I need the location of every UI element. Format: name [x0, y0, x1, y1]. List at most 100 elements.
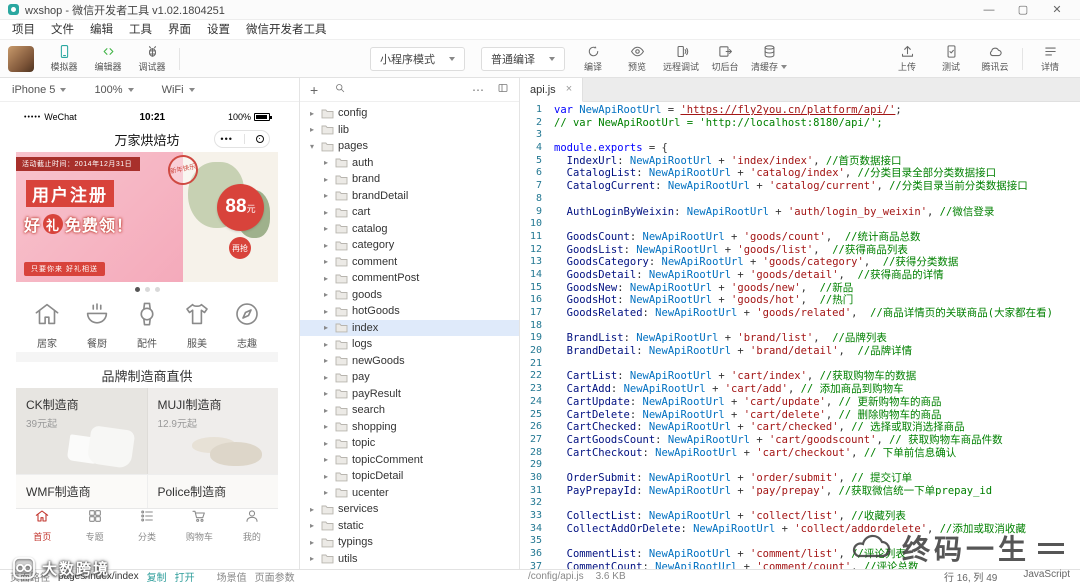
tree-item-index[interactable]: ▸index: [300, 320, 519, 337]
chevron-right-icon[interactable]: ▸: [310, 538, 321, 547]
tab-分类[interactable]: 分类: [121, 509, 173, 542]
close-icon[interactable]: ✕: [1040, 0, 1074, 20]
page-params-label[interactable]: 页面参数: [255, 569, 295, 584]
category-服美[interactable]: 服美: [172, 299, 222, 352]
chevron-right-icon[interactable]: ▸: [324, 208, 335, 217]
tree-item-topic[interactable]: ▸topic: [300, 435, 519, 452]
brand-card-CK制造商[interactable]: CK制造商39元起: [16, 388, 148, 474]
menu-item-2[interactable]: 编辑: [82, 20, 121, 40]
tree-item-shopping[interactable]: ▸shopping: [300, 419, 519, 436]
tree-item-services[interactable]: ▸services: [300, 501, 519, 518]
tree-item-hotGoods[interactable]: ▸hotGoods: [300, 303, 519, 320]
chevron-right-icon[interactable]: ▸: [324, 257, 335, 266]
chevron-right-icon[interactable]: ▸: [324, 406, 335, 415]
tree-item-app.js[interactable]: JSapp.js: [300, 567, 519, 569]
cursor-position[interactable]: 行 16, 列 49: [944, 569, 997, 584]
category-志趣[interactable]: 志趣: [222, 299, 272, 352]
carousel-dot[interactable]: [155, 287, 160, 292]
tab-我的[interactable]: 我的: [226, 509, 278, 542]
menu-item-5[interactable]: 设置: [199, 20, 238, 40]
close-tab-icon[interactable]: ×: [566, 84, 572, 95]
chevron-right-icon[interactable]: ▸: [324, 356, 335, 365]
chevron-right-icon[interactable]: ▸: [324, 439, 335, 448]
network-select[interactable]: WiFi: [162, 84, 195, 96]
tab-购物车[interactable]: 购物车: [173, 509, 225, 542]
tree-item-pay[interactable]: ▸pay: [300, 369, 519, 386]
chevron-right-icon[interactable]: ▸: [324, 290, 335, 299]
remote-debug-button[interactable]: 远程调试: [659, 41, 703, 77]
minimize-icon[interactable]: —: [972, 0, 1006, 20]
chevron-right-icon[interactable]: ▸: [324, 224, 335, 233]
tree-item-search[interactable]: ▸search: [300, 402, 519, 419]
exit-icon[interactable]: [256, 135, 264, 143]
chevron-right-icon[interactable]: ▸: [324, 455, 335, 464]
chevron-right-icon[interactable]: ▸: [324, 241, 335, 250]
more-icon[interactable]: •••: [220, 135, 232, 144]
language-mode[interactable]: JavaScript: [1023, 569, 1070, 584]
tencent-cloud-button[interactable]: 腾讯云: [973, 41, 1017, 77]
chevron-right-icon[interactable]: ▸: [324, 472, 335, 481]
brand-card-WMF制造商[interactable]: WMF制造商: [16, 474, 148, 508]
phone-preview[interactable]: ••••• WeChat 10:21 100% 万家烘焙坊 •••: [16, 108, 278, 542]
add-file-icon[interactable]: +: [310, 83, 318, 97]
tree-item-lib[interactable]: ▸lib: [300, 122, 519, 139]
tree-item-logs[interactable]: ▸logs: [300, 336, 519, 353]
chevron-right-icon[interactable]: ▸: [324, 340, 335, 349]
copy-link[interactable]: 复制: [147, 569, 167, 584]
tree-item-payResult[interactable]: ▸payResult: [300, 386, 519, 403]
switch-background-button[interactable]: 切后台: [703, 41, 747, 77]
chevron-right-icon[interactable]: ▸: [310, 521, 321, 530]
simulator-toggle-button[interactable]: 模拟器: [42, 41, 86, 77]
carousel-dot[interactable]: [135, 287, 140, 292]
brand-card-Police制造商[interactable]: Police制造商: [148, 474, 279, 508]
tree-item-static[interactable]: ▸static: [300, 518, 519, 535]
promo-banner[interactable]: 活动截止时间：2014年12月31日 新年快乐 用户注册 好礼免费领！ 88元 …: [16, 152, 278, 282]
tree-item-pages[interactable]: ▾pages: [300, 138, 519, 155]
tree-item-catalog[interactable]: ▸catalog: [300, 221, 519, 238]
chevron-right-icon[interactable]: ▸: [324, 422, 335, 431]
compile-mode-select[interactable]: 普通编译: [481, 47, 565, 71]
chevron-right-icon[interactable]: ▸: [324, 323, 335, 332]
tree-item-category[interactable]: ▸category: [300, 237, 519, 254]
chevron-right-icon[interactable]: ▸: [324, 307, 335, 316]
tree-item-auth[interactable]: ▸auth: [300, 155, 519, 172]
compile-button[interactable]: 编译: [571, 41, 615, 77]
category-居家[interactable]: 居家: [22, 299, 72, 352]
tree-item-utils[interactable]: ▸utils: [300, 551, 519, 568]
panel-layout-icon[interactable]: [497, 81, 509, 99]
chevron-down-icon[interactable]: ▾: [310, 142, 321, 151]
tree-item-topicComment[interactable]: ▸topicComment: [300, 452, 519, 469]
category-配件[interactable]: 配件: [122, 299, 172, 352]
chevron-right-icon[interactable]: ▸: [310, 109, 321, 118]
chevron-right-icon[interactable]: ▸: [324, 175, 335, 184]
more-icon[interactable]: ⋯: [472, 84, 485, 96]
tree-item-newGoods[interactable]: ▸newGoods: [300, 353, 519, 370]
upload-button[interactable]: 上传: [885, 41, 929, 77]
tree-item-cart[interactable]: ▸cart: [300, 204, 519, 221]
menu-item-0[interactable]: 项目: [4, 20, 43, 40]
tree-item-topicDetail[interactable]: ▸topicDetail: [300, 468, 519, 485]
chevron-right-icon[interactable]: ▸: [324, 158, 335, 167]
chevron-right-icon[interactable]: ▸: [310, 554, 321, 563]
clear-cache-button[interactable]: 清缓存: [747, 41, 791, 77]
chevron-right-icon[interactable]: ▸: [310, 125, 321, 134]
brand-card-MUJI制造商[interactable]: MUJI制造商12.9元起: [148, 388, 279, 474]
open-link[interactable]: 打开: [175, 569, 195, 584]
tab-专题[interactable]: 专题: [68, 509, 120, 542]
search-icon[interactable]: [334, 81, 346, 99]
chevron-right-icon[interactable]: ▸: [310, 505, 321, 514]
scene-label[interactable]: 场景值: [217, 569, 247, 584]
preview-button[interactable]: 预览: [615, 41, 659, 77]
chevron-right-icon[interactable]: ▸: [324, 191, 335, 200]
editor-toggle-button[interactable]: 编辑器: [86, 41, 130, 77]
tab-api-js[interactable]: api.js ×: [520, 78, 583, 102]
tree-item-commentPost[interactable]: ▸commentPost: [300, 270, 519, 287]
tree-item-ucenter[interactable]: ▸ucenter: [300, 485, 519, 502]
user-avatar[interactable]: [8, 46, 34, 72]
details-button[interactable]: 详情: [1028, 41, 1072, 77]
tree-item-config[interactable]: ▸config: [300, 105, 519, 122]
capsule-menu[interactable]: •••: [214, 130, 270, 148]
chevron-right-icon[interactable]: ▸: [324, 488, 335, 497]
menu-item-3[interactable]: 工具: [121, 20, 160, 40]
mode-select[interactable]: 小程序模式: [370, 47, 465, 71]
